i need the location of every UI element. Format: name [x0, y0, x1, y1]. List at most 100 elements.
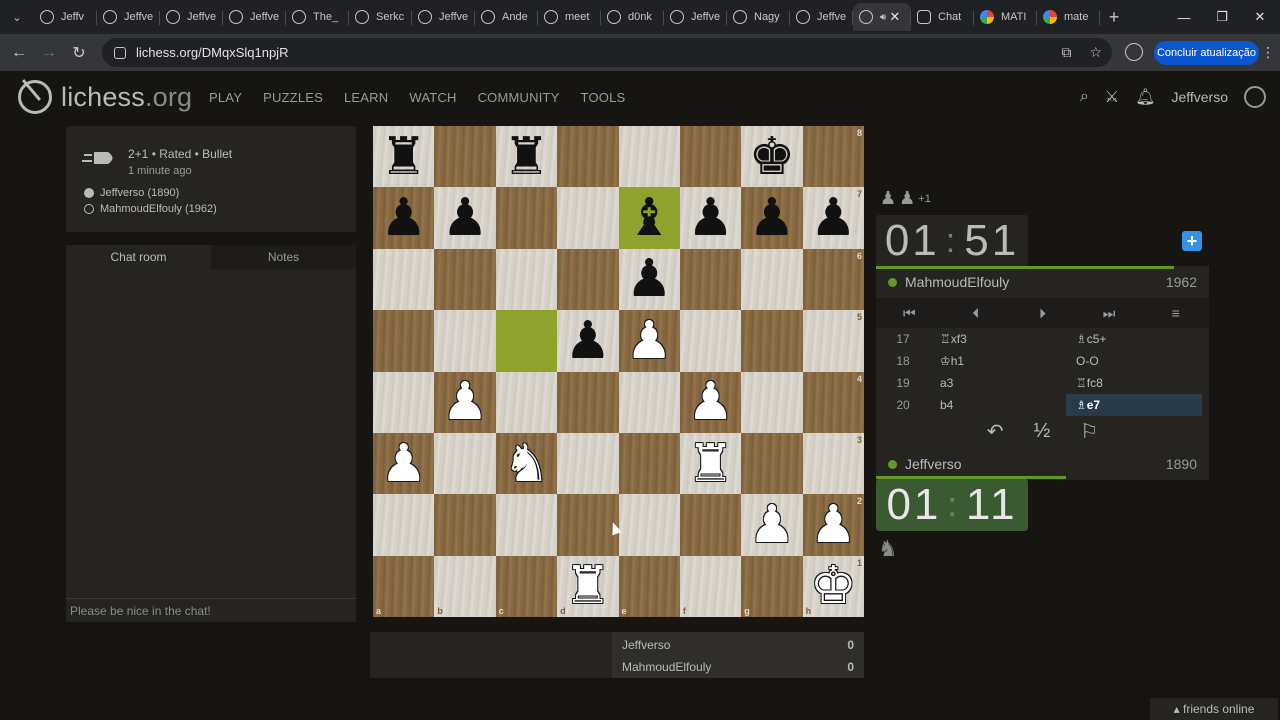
browser-tab[interactable]: Ande [475, 3, 538, 31]
square-a3[interactable]: ♟ [373, 432, 435, 495]
swords-icon[interactable]: ⚔ [1105, 87, 1119, 107]
square-f5[interactable] [679, 310, 742, 372]
browser-tab[interactable]: Jeffve [97, 3, 160, 31]
square-h1[interactable]: ♚ 1 h [802, 555, 864, 617]
square-b7[interactable]: ♟ [434, 187, 496, 249]
square-a4[interactable] [373, 371, 435, 433]
black-pawn-piece[interactable]: ♟ [810, 192, 857, 244]
square-e2[interactable] [618, 494, 680, 556]
square-h8[interactable]: 8 [802, 126, 864, 188]
browser-tab[interactable]: meet [538, 3, 601, 31]
square-c3[interactable]: ♞ [495, 432, 558, 495]
square-d6[interactable] [557, 248, 619, 311]
username-link[interactable]: Jeffverso [1171, 89, 1228, 105]
browser-menu-icon[interactable]: ⋮ [1261, 44, 1275, 61]
square-g2[interactable]: ♟ [741, 494, 803, 556]
browser-tab[interactable]: Jeffv [34, 3, 97, 31]
browser-tab[interactable]: Serkc [349, 3, 412, 31]
browser-tab[interactable]: The_ [286, 3, 349, 31]
square-a8[interactable]: ♜ [373, 126, 435, 188]
browser-tab[interactable]: Jeffve [223, 3, 286, 31]
browser-tab[interactable]: Jeffve [664, 3, 727, 31]
square-b5[interactable] [434, 310, 496, 372]
nav-play[interactable]: PLAY [209, 90, 242, 105]
square-b1[interactable]: b [434, 555, 496, 617]
nav-community[interactable]: COMMUNITY [478, 90, 560, 105]
square-b4[interactable]: ♟ [434, 371, 496, 433]
square-b6[interactable] [434, 248, 496, 311]
square-c1[interactable]: c [495, 555, 558, 617]
white-pawn-piece[interactable]: ♟ [442, 376, 489, 428]
square-h6[interactable]: 6 [802, 248, 864, 311]
site-logo[interactable]: lichess.org [18, 80, 192, 114]
square-g5[interactable] [741, 310, 803, 372]
square-d4[interactable] [557, 371, 619, 433]
square-e1[interactable]: e [618, 555, 680, 617]
square-g4[interactable] [741, 371, 803, 433]
opponent-name[interactable]: MahmoudElfouly [905, 274, 1166, 290]
black-rook-piece[interactable]: ♜ [503, 131, 550, 183]
white-pawn-piece[interactable]: ♟ [749, 499, 796, 551]
black-bishop-piece[interactable]: ♝ [626, 192, 673, 244]
square-a1[interactable]: a [373, 555, 435, 617]
nav-tools[interactable]: TOOLS [581, 90, 626, 105]
search-icon[interactable]: ⌕ [1080, 88, 1089, 106]
black-pawn-piece[interactable]: ♟ [380, 192, 427, 244]
square-f1[interactable]: f [679, 555, 742, 617]
square-g8[interactable]: ♚ [741, 126, 803, 188]
square-d7[interactable] [557, 187, 619, 249]
black-pawn-piece[interactable]: ♟ [687, 192, 734, 244]
site-info-icon[interactable] [114, 46, 126, 59]
square-c6[interactable] [495, 248, 558, 311]
square-c7[interactable] [495, 187, 558, 249]
close-tab-icon[interactable]: ✕ [889, 9, 900, 25]
black-move[interactable]: O-O [1066, 350, 1202, 372]
address-bar[interactable]: lichess.org/DMqxSlq1npjR ⧉ ☆ [102, 38, 1112, 67]
last-move-icon[interactable]: ⏭ [1076, 305, 1143, 322]
install-app-icon[interactable]: ⧉ [1061, 44, 1071, 61]
menu-icon[interactable]: ≡ [1142, 305, 1209, 321]
white-knight-piece[interactable]: ♞ [503, 438, 550, 490]
audio-icon[interactable]: 🔊︎ [880, 12, 886, 23]
chat-input[interactable]: Please be nice in the chat! [66, 598, 356, 622]
square-f7[interactable]: ♟ [679, 187, 742, 249]
player-name[interactable]: Jeffverso [905, 456, 1166, 472]
black-king-piece[interactable]: ♚ [749, 131, 796, 183]
offer-draw-button[interactable]: ½ [1034, 420, 1051, 443]
square-h5[interactable]: 5 [802, 310, 864, 372]
white-pawn-piece[interactable]: ♟ [687, 376, 734, 428]
white-pawn-piece[interactable]: ♟ [810, 499, 857, 551]
browser-tab[interactable]: Jeffve [790, 3, 853, 31]
black-rook-piece[interactable]: ♜ [380, 131, 427, 183]
update-button[interactable]: Concluir atualização [1154, 41, 1259, 65]
black-move[interactable]: ♗e7 [1066, 394, 1202, 416]
black-pawn-piece[interactable]: ♟ [565, 315, 612, 367]
square-h3[interactable]: 3 [802, 432, 864, 495]
square-f8[interactable] [679, 126, 742, 188]
browser-tab[interactable]: Chat [911, 3, 974, 31]
tab-chat-room[interactable]: Chat room [66, 245, 211, 269]
square-g7[interactable]: ♟ [741, 187, 803, 249]
square-c8[interactable]: ♜ [495, 126, 558, 188]
black-move[interactable]: ♖fc8 [1066, 372, 1202, 394]
white-move[interactable]: ♔h1 [930, 350, 1066, 372]
next-move-icon[interactable]: ⏵ [1009, 305, 1076, 322]
square-e6[interactable]: ♟ [618, 248, 680, 311]
white-pawn-piece[interactable]: ♟ [626, 315, 673, 367]
active-browser-tab[interactable]: 🔊︎ ✕ [853, 3, 911, 31]
bell-icon[interactable]: 🔔︎ [1135, 87, 1155, 107]
first-move-icon[interactable]: ⏮ [876, 305, 943, 322]
close-window-button[interactable]: ✕ [1241, 0, 1279, 34]
black-pawn-piece[interactable]: ♟ [442, 192, 489, 244]
takeback-icon[interactable]: ↶ [987, 419, 1004, 444]
square-g1[interactable]: g [741, 555, 803, 617]
square-e3[interactable] [618, 432, 680, 495]
browser-tab[interactable]: Nagy [727, 3, 790, 31]
square-f4[interactable]: ♟ [679, 371, 742, 433]
nav-puzzles[interactable]: PUZZLES [263, 90, 323, 105]
square-f2[interactable] [679, 494, 742, 556]
square-a6[interactable] [373, 248, 435, 311]
square-g6[interactable] [741, 248, 803, 311]
square-a5[interactable] [373, 310, 435, 372]
white-pawn-piece[interactable]: ♟ [380, 438, 427, 490]
